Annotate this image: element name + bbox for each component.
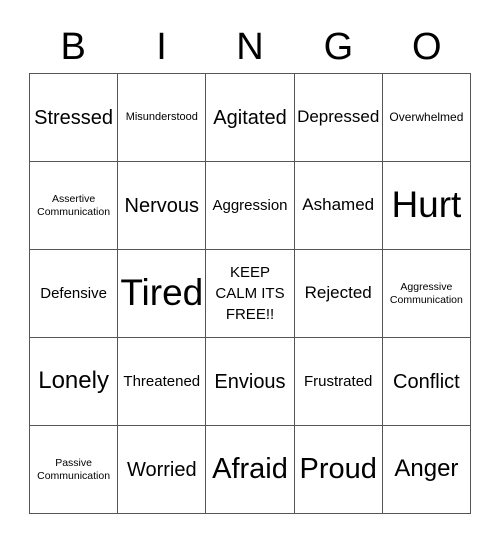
bingo-cell[interactable]: Frustrated: [294, 338, 383, 426]
bingo-cell[interactable]: Assertive Communication: [30, 162, 119, 250]
bingo-cell[interactable]: Passive Communication: [30, 426, 119, 514]
bingo-grid: Stressed Misunderstood Agitated Depresse…: [29, 73, 471, 514]
bingo-cell[interactable]: Aggression: [206, 162, 295, 250]
header-letter-b: B: [60, 26, 86, 68]
bingo-cell[interactable]: Aggressive Communication: [382, 250, 471, 338]
bingo-cell[interactable]: Proud: [294, 426, 383, 514]
bingo-cell[interactable]: Tired: [118, 250, 207, 338]
bingo-cell[interactable]: Hurt: [382, 162, 471, 250]
bingo-cell[interactable]: Nervous: [118, 162, 207, 250]
bingo-cell[interactable]: Depressed: [294, 74, 383, 162]
bingo-cell[interactable]: Lonely: [30, 338, 119, 426]
bingo-cell[interactable]: Agitated: [206, 74, 295, 162]
bingo-cell[interactable]: Threatened: [118, 338, 207, 426]
bingo-cell[interactable]: Worried: [118, 426, 207, 514]
bingo-cell[interactable]: Afraid: [206, 426, 295, 514]
header-letter-n: N: [236, 26, 264, 68]
bingo-cell[interactable]: Misunderstood: [118, 74, 207, 162]
bingo-header: B I N G O: [29, 22, 471, 72]
bingo-cell[interactable]: Stressed: [30, 74, 119, 162]
header-letter-g: G: [323, 26, 354, 68]
bingo-cell[interactable]: Defensive: [30, 250, 119, 338]
bingo-cell[interactable]: Conflict: [382, 338, 471, 426]
header-letter-o: O: [411, 26, 442, 68]
free-space-cell[interactable]: KEEP CALM ITS FREE!!: [206, 250, 295, 338]
bingo-cell[interactable]: Overwhelmed: [382, 74, 471, 162]
bingo-cell[interactable]: Rejected: [294, 250, 383, 338]
bingo-cell[interactable]: Anger: [382, 426, 471, 514]
header-letter-i: I: [156, 26, 167, 68]
bingo-cell[interactable]: Ashamed: [294, 162, 383, 250]
bingo-cell[interactable]: Envious: [206, 338, 295, 426]
